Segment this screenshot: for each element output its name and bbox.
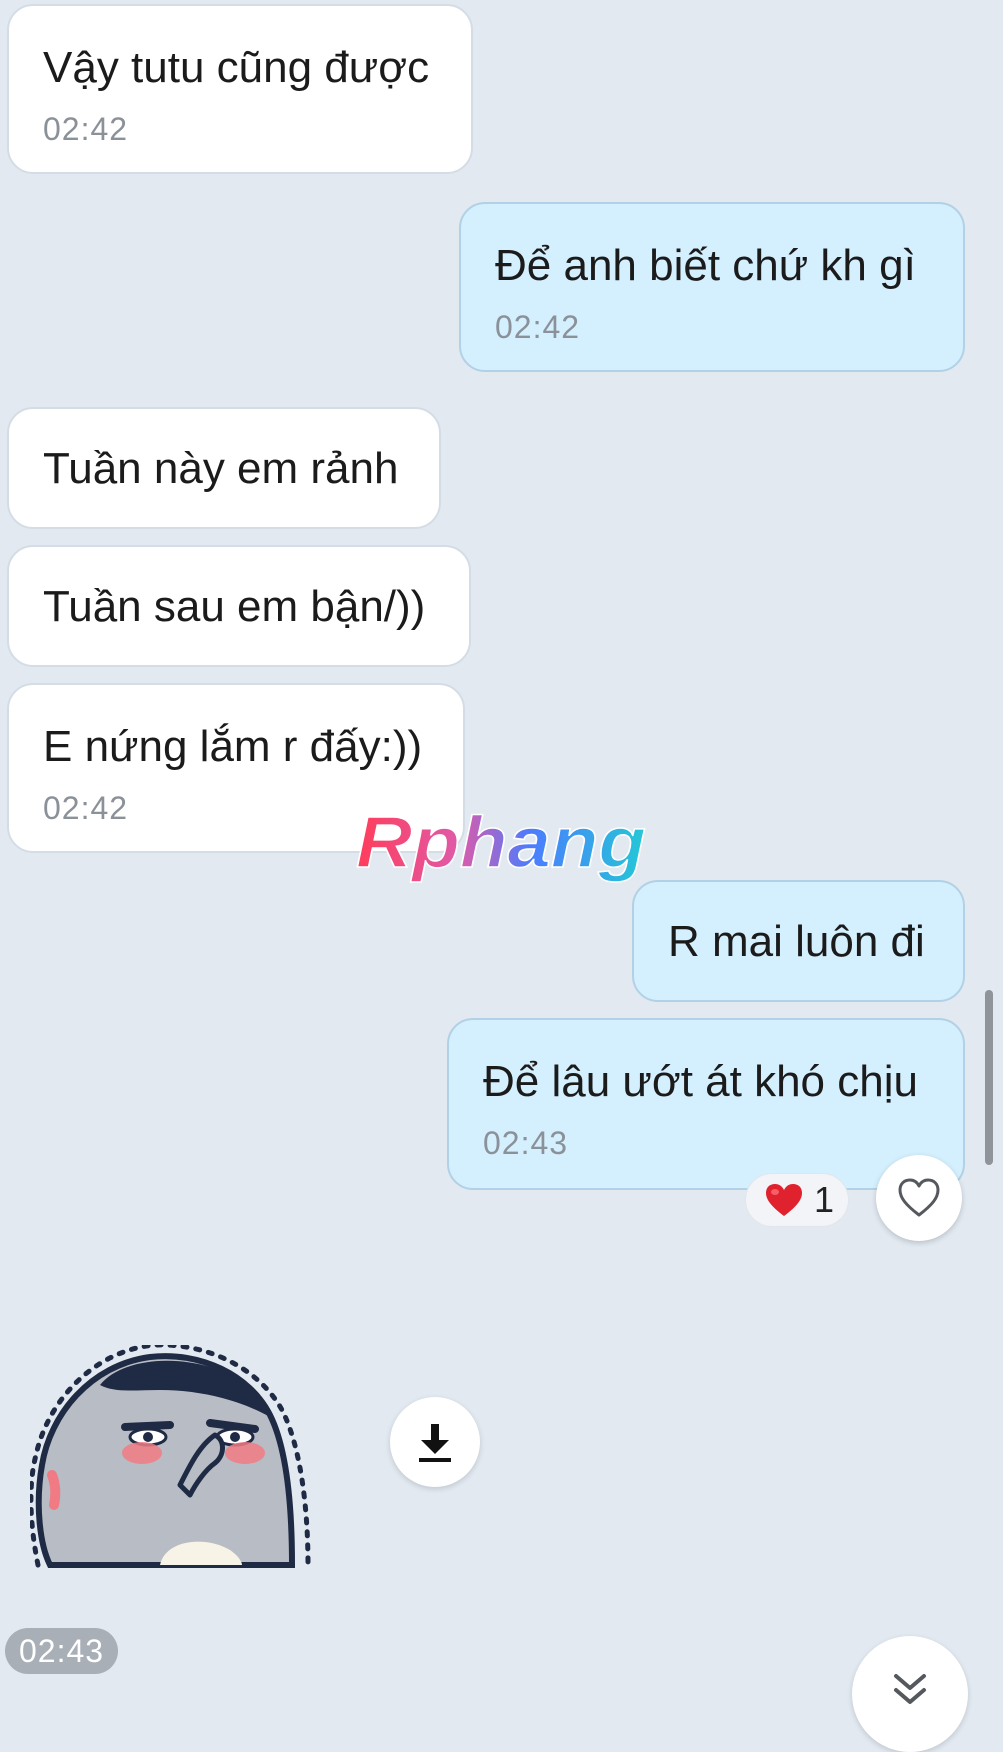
- download-icon: [419, 1424, 451, 1462]
- watermark-logo: Rphang: [355, 805, 647, 884]
- like-button[interactable]: [876, 1155, 962, 1241]
- message-time: 02:42: [43, 111, 129, 147]
- message-text: E nứng lắm r đấy:)): [43, 722, 423, 771]
- download-button[interactable]: [390, 1397, 480, 1487]
- message-bubble-incoming[interactable]: Vậy tutu cũng được 02:42: [7, 4, 473, 174]
- scrollbar-thumb[interactable]: [985, 990, 993, 1165]
- red-heart-icon: [766, 1184, 802, 1216]
- reaction-count: 1: [814, 1179, 835, 1220]
- scroll-down-button[interactable]: [852, 1636, 968, 1752]
- message-text: Tuần sau em bận/)): [43, 582, 426, 631]
- message-time: 02:42: [495, 309, 581, 345]
- message-bubble-outgoing[interactable]: R mai luôn đi: [632, 880, 965, 1002]
- heart-outline-icon: [898, 1178, 940, 1217]
- message-text: Vậy tutu cũng được: [43, 43, 430, 92]
- message-text: Để lâu ướt át khó chịu: [483, 1057, 918, 1106]
- sticker-image[interactable]: [30, 1345, 320, 1570]
- chevron-double-down-icon: [894, 1674, 926, 1704]
- message-text: Để anh biết chứ kh gì: [495, 241, 916, 290]
- message-text: Tuần này em rảnh: [43, 444, 399, 493]
- message-text: R mai luôn đi: [668, 917, 925, 966]
- message-bubble-outgoing[interactable]: Để anh biết chứ kh gì 02:42: [459, 202, 965, 372]
- message-bubble-outgoing[interactable]: Để lâu ướt át khó chịu 02:43: [447, 1018, 965, 1190]
- sticker-time: 02:43: [5, 1628, 119, 1674]
- message-time: 02:43: [483, 1125, 569, 1161]
- watermark-text: Rphang: [356, 805, 646, 883]
- message-bubble-incoming[interactable]: Tuần sau em bận/)): [7, 545, 471, 667]
- message-bubble-incoming[interactable]: Tuần này em rảnh: [7, 407, 441, 529]
- reaction-pill[interactable]: 1: [745, 1173, 849, 1227]
